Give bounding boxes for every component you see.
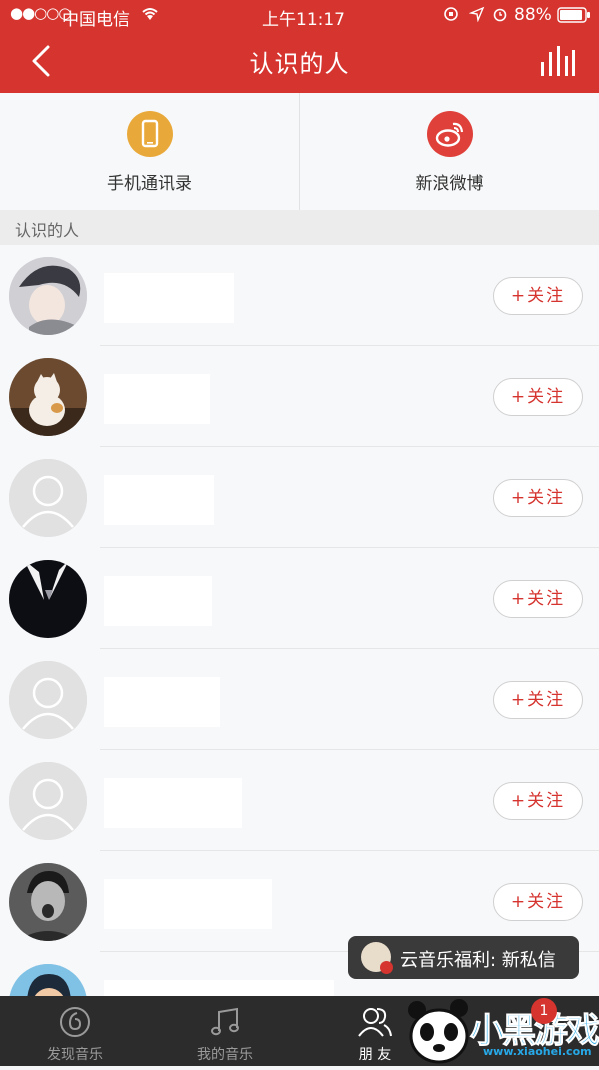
location-icon [468, 6, 485, 27]
follow-button[interactable]: +关注 [493, 277, 583, 315]
cartoon-avatar [9, 964, 87, 996]
nav-bar: 认识的人 [0, 30, 599, 93]
person-name [104, 677, 220, 727]
notification-badge: 1 [531, 998, 557, 1024]
person-name [104, 374, 210, 424]
cat-avatar [9, 358, 87, 436]
page-title: 认识的人 [249, 50, 350, 78]
alarm-icon [492, 6, 508, 27]
person-name [104, 576, 212, 626]
playing-bars-icon [541, 46, 575, 76]
tab-my-music[interactable]: 我的音乐 [150, 996, 300, 1066]
photo-avatar [9, 863, 87, 941]
follow-button[interactable]: +关注 [493, 479, 583, 517]
friends-icon [358, 1008, 392, 1037]
tab-label: 我的音乐 [197, 1047, 253, 1063]
weibo-icon [426, 111, 473, 157]
weibo-button[interactable]: 新浪微博 [300, 93, 599, 210]
panda-icon [408, 999, 469, 1064]
battery-percent: 88% [514, 5, 552, 25]
music-note-icon [211, 1007, 239, 1036]
follow-button[interactable]: +关注 [493, 681, 583, 719]
list-item[interactable]: +关注 [0, 245, 599, 346]
list-item[interactable]: +关注 [0, 649, 599, 750]
list-item[interactable]: +关注 [0, 447, 599, 548]
list-item[interactable]: +关注 [0, 750, 599, 851]
section-title: 认识的人 [15, 221, 80, 240]
person-name [104, 475, 214, 525]
toast-avatar [361, 942, 393, 974]
follow-button[interactable]: +关注 [493, 883, 583, 921]
person-name [104, 778, 242, 828]
import-sources: 手机通讯录 新浪微博 [0, 93, 599, 211]
tab-label: 发现音乐 [47, 1047, 103, 1063]
phone-contacts-button[interactable]: 手机通讯录 [0, 93, 299, 210]
list-item[interactable]: +关注 [0, 548, 599, 649]
now-playing-button[interactable] [539, 44, 575, 78]
status-bar: ●●○○○ 中国电信 上午11:17 88% [0, 0, 599, 30]
wifi-icon [140, 4, 160, 27]
verified-badge-icon [380, 961, 393, 974]
clock: 上午11:17 [262, 10, 345, 30]
default-avatar [9, 661, 87, 739]
anime-avatar [9, 257, 87, 335]
netease-icon [60, 1007, 90, 1037]
follow-button[interactable]: +关注 [493, 378, 583, 416]
follow-button[interactable]: +关注 [493, 782, 583, 820]
phone-icon [126, 111, 173, 157]
carrier-label: 中国电信 [62, 10, 130, 30]
default-avatar [9, 762, 87, 840]
person-name [104, 273, 234, 323]
tab-discover[interactable]: 发现音乐 [0, 996, 150, 1066]
battery-icon [557, 7, 591, 28]
person-name [104, 980, 334, 996]
dark-avatar [9, 560, 87, 638]
person-name [104, 879, 272, 929]
default-avatar [9, 459, 87, 537]
list-item[interactable]: +关注 [0, 346, 599, 447]
phone-contacts-label: 手机通讯录 [107, 174, 192, 194]
rotation-lock-icon [443, 6, 459, 27]
toast-text: 云音乐福利: 新私信 [400, 950, 556, 971]
follow-button[interactable]: +关注 [493, 580, 583, 618]
watermark-url: www.xiaohei.com [483, 1045, 592, 1058]
section-header: 认识的人 [0, 210, 599, 245]
message-toast[interactable]: 云音乐福利: 新私信 [348, 936, 579, 979]
weibo-label: 新浪微博 [415, 174, 484, 194]
